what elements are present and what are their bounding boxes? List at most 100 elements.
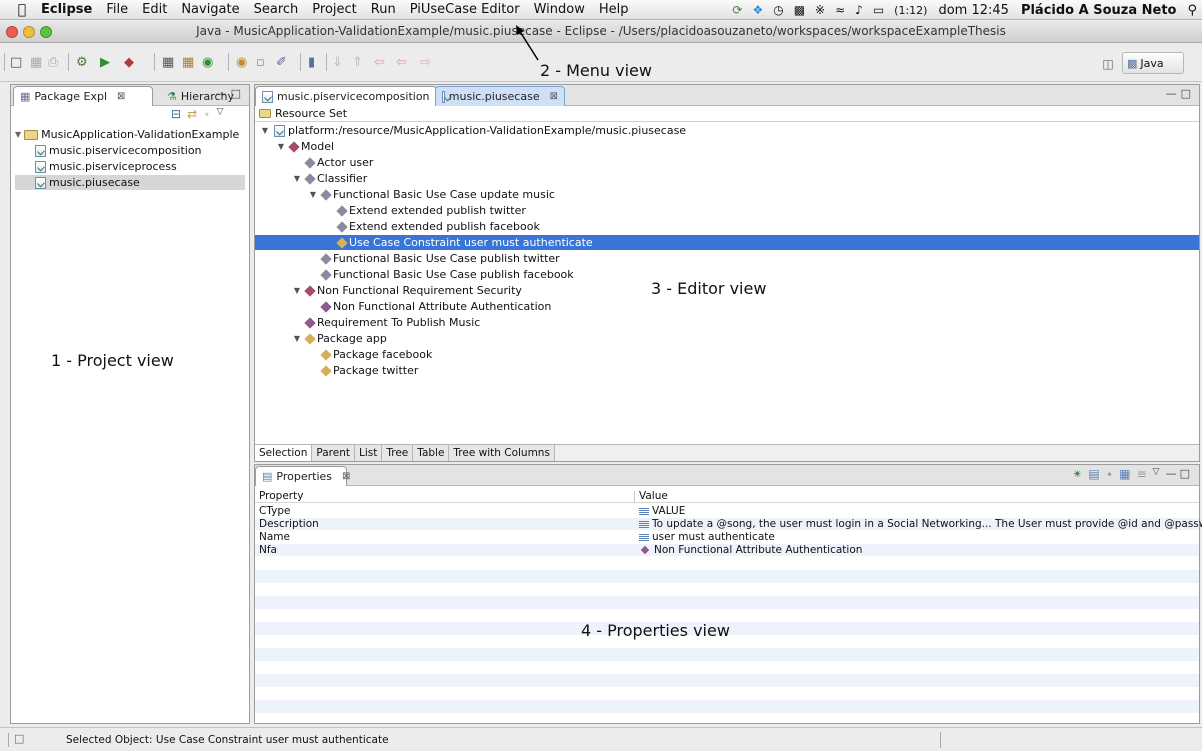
tab-properties[interactable]: ▤ Properties ⊠ xyxy=(255,466,350,486)
property-key: CType xyxy=(259,505,291,517)
model-element-icon xyxy=(288,140,300,153)
tree-row-use-case-update[interactable]: ▼ Functional Basic Use Case update music xyxy=(255,187,1199,202)
tab-list[interactable]: List xyxy=(355,445,383,461)
tree-row-label: Functional Basic Use Case publish twitte… xyxy=(333,252,560,265)
tree-item-label: music.piservicecomposition xyxy=(49,144,202,157)
tab-selection[interactable]: Selection xyxy=(255,445,313,461)
close-icon[interactable]: ⊠ xyxy=(550,91,558,102)
reference-icon xyxy=(640,545,650,555)
package-explorer-icon: ▦ xyxy=(20,90,31,103)
restore-default-icon[interactable]: ▦ xyxy=(1119,467,1130,481)
tree-row-label: Model xyxy=(301,140,335,153)
tree-file-item[interactable]: music.piservicecomposition xyxy=(35,143,202,158)
view-menu-icon[interactable]: ▽ xyxy=(217,107,224,121)
model-element-icon xyxy=(304,172,316,185)
tree-project-item[interactable]: ▼ MusicApplication-ValidationExample xyxy=(15,127,239,142)
chevron-down-icon[interactable]: ▼ xyxy=(291,286,303,295)
model-element-icon xyxy=(320,188,332,201)
properties-header: Property Value xyxy=(255,491,1199,503)
column-divider xyxy=(634,491,635,503)
tree-row-label: Non Functional Attribute Authentication xyxy=(333,300,552,313)
tree-row-constraint-selected[interactable]: Use Case Constraint user must authentica… xyxy=(255,235,1199,250)
tree-row-actor[interactable]: Actor user xyxy=(255,155,1199,170)
pin-icon[interactable]: ✴ xyxy=(1072,467,1082,481)
resource-set-label: Resource Set xyxy=(275,107,348,120)
property-row[interactable]: Description To update a @song, the user … xyxy=(255,518,1202,530)
property-row[interactable]: CType VALUE xyxy=(255,505,1199,517)
tree-file-item[interactable]: music.piserviceprocess xyxy=(35,159,177,174)
tree-row-package-app[interactable]: ▼ Package app xyxy=(255,331,1199,346)
property-value: Non Functional Attribute Authentication xyxy=(654,544,863,556)
property-row[interactable]: Name user must authenticate xyxy=(255,531,1199,543)
chevron-down-icon[interactable]: ▼ xyxy=(291,334,303,343)
tree-row-label: platform:/resource/MusicApplication-Vali… xyxy=(288,124,687,137)
properties-panel: ▤ Properties ⊠ ✴ ▤ ⋆ ▦ ≡ ▽ —□ Property V… xyxy=(254,464,1202,724)
text-value-icon xyxy=(639,533,649,541)
tree-row-package-facebook[interactable]: Package facebook xyxy=(255,347,1199,362)
new-fast-view-icon[interactable]: □ xyxy=(14,732,24,745)
tree-row-platform[interactable]: ▼ platform:/resource/MusicApplication-Va… xyxy=(255,123,1199,138)
filter-icon[interactable]: ≡ xyxy=(1137,467,1147,481)
model-element-icon xyxy=(320,268,332,281)
collapse-all-icon[interactable]: ⊟ xyxy=(171,107,181,121)
property-key: Nfa xyxy=(259,544,277,556)
tree-row-extend-twitter[interactable]: Extend extended publish twitter xyxy=(255,203,1199,218)
close-icon[interactable]: ⊠ xyxy=(342,471,350,482)
annotation-menu-view: 2 - Menu view xyxy=(540,61,652,80)
tab-piservicecomposition[interactable]: music.piservicecomposition xyxy=(255,86,437,106)
file-icon xyxy=(262,90,273,103)
tree-row-label: Extend extended publish facebook xyxy=(349,220,540,233)
tree-row-use-case-twitter[interactable]: Functional Basic Use Case publish twitte… xyxy=(255,251,1199,266)
text-value-icon xyxy=(639,520,649,528)
file-icon xyxy=(274,124,285,137)
tree-row-classifier[interactable]: ▼ Classifier xyxy=(255,171,1199,186)
property-value: user must authenticate xyxy=(652,531,775,543)
property-value: VALUE xyxy=(652,505,686,517)
property-row[interactable]: Nfa Non Functional Attribute Authenticat… xyxy=(255,544,1199,556)
annotation-project-view: 1 - Project view xyxy=(51,351,174,370)
model-element-icon xyxy=(304,316,316,329)
model-element-icon xyxy=(320,300,332,313)
tree-row-label: Requirement To Publish Music xyxy=(317,316,481,329)
tab-package-explorer[interactable]: ▦ Package Expl ⊠ xyxy=(13,86,153,106)
text-value-icon xyxy=(639,507,649,515)
chevron-down-icon[interactable]: ▼ xyxy=(291,174,303,183)
tree-row-label: Package app xyxy=(317,332,387,345)
tree-file-item-selected[interactable]: music.piusecase xyxy=(15,175,245,190)
tree-row-requirement-publish[interactable]: Requirement To Publish Music xyxy=(255,315,1199,330)
tree-row-nfa-authentication[interactable]: Non Functional Attribute Authentication xyxy=(255,299,1199,314)
chevron-down-icon[interactable]: ▼ xyxy=(15,130,21,139)
package-icon xyxy=(304,332,316,345)
minimize-maximize-icon[interactable]: —□ xyxy=(1166,467,1193,481)
tree-row-label: Functional Basic Use Case update music xyxy=(333,188,555,201)
package-explorer-panel: ▦ Package Expl ⊠ ⚗ Hierarchy —□ ⊟ ⇄ ⋆ ▽ … xyxy=(10,84,250,724)
minimize-maximize-icon[interactable]: —□ xyxy=(216,87,245,100)
tab-piusecase[interactable]: music.piusecase ⊠ xyxy=(435,86,565,106)
tree-row-label: Classifier xyxy=(317,172,368,185)
view-menu-icon[interactable]: ▽ xyxy=(1153,467,1160,481)
chevron-down-icon[interactable]: ▼ xyxy=(307,190,319,199)
tab-tree-with-columns[interactable]: Tree with Columns xyxy=(449,445,555,461)
status-separator xyxy=(940,732,941,748)
tab-tree[interactable]: Tree xyxy=(382,445,414,461)
tree-item-label: music.piserviceprocess xyxy=(49,160,177,173)
chevron-down-icon[interactable]: ▼ xyxy=(259,126,271,135)
link-with-editor-icon[interactable]: ⇄ xyxy=(187,107,197,121)
minimize-maximize-icon[interactable]: —□ xyxy=(1166,87,1195,100)
editor-page-tabs: Selection Parent List Tree Table Tree wi… xyxy=(255,444,1199,461)
model-element-icon xyxy=(304,156,316,169)
tree-row-model[interactable]: ▼ Model xyxy=(255,139,1199,154)
chevron-down-icon[interactable]: ▼ xyxy=(275,142,287,151)
file-icon xyxy=(35,160,46,173)
file-icon xyxy=(442,90,445,103)
tree-item-label: MusicApplication-ValidationExample xyxy=(41,128,240,141)
focus-icon[interactable]: ⋆ xyxy=(203,107,211,121)
tree-row-extend-facebook[interactable]: Extend extended publish facebook xyxy=(255,219,1199,234)
show-categories-icon[interactable]: ▤ xyxy=(1088,467,1099,481)
close-icon[interactable]: ⊠ xyxy=(117,91,125,102)
tree-row-package-twitter[interactable]: Package twitter xyxy=(255,363,1199,378)
tab-table[interactable]: Table xyxy=(413,445,450,461)
show-advanced-icon[interactable]: ⋆ xyxy=(1106,467,1114,481)
property-value: To update a @song, the user must login i… xyxy=(652,518,1202,530)
tab-parent[interactable]: Parent xyxy=(312,445,356,461)
